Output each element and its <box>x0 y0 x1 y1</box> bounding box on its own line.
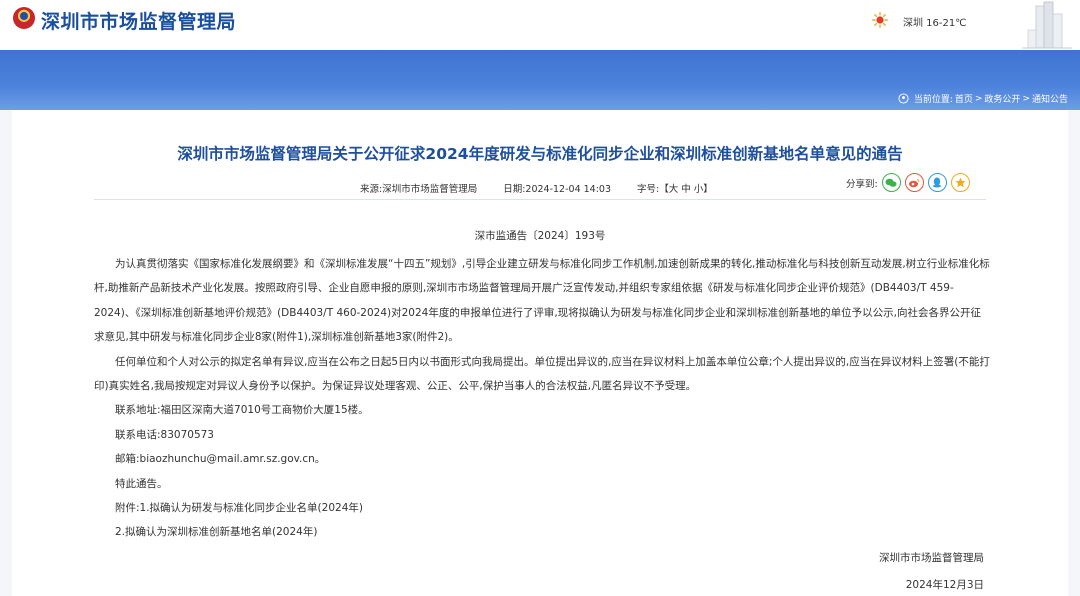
breadcrumb: 当前位置: 首页 > 政务公开 > 通知公告 <box>898 92 1068 105</box>
breadcrumb-bar: 当前位置: 首页 > 政务公开 > 通知公告 <box>0 86 1080 110</box>
paragraph-objection: 任何单位和个人对公示的拟定名单有异议,应当在公布之日起5日内以书面形式向我局提出… <box>94 355 990 393</box>
share-label: 分享到: <box>846 178 878 190</box>
breadcrumb-item-notices[interactable]: 通知公告 <box>1032 92 1068 105</box>
qzone-icon[interactable] <box>950 173 970 192</box>
city-skyline-icon <box>1022 1 1072 49</box>
signature-org: 深圳市市场监督管理局 <box>879 552 984 564</box>
signature-date: 2024年12月3日 <box>905 579 984 591</box>
weibo-icon[interactable] <box>904 173 924 192</box>
sun-weather-icon <box>872 12 888 28</box>
site-name[interactable]: 深圳市市场监督管理局 <box>41 7 236 34</box>
article-meta: 来源:深圳市市场监督管理局 日期:2024-12-04 14:03 字号:【大 … <box>360 181 713 195</box>
share-bar: 分享到: <box>846 173 970 192</box>
wechat-icon[interactable] <box>881 173 901 192</box>
article-panel: 深圳市市场监督管理局关于公开征求2024年度研发与标准化同步企业和深圳标准创新基… <box>12 110 1068 596</box>
font-size-switcher[interactable]: 字号:【大 中 小】 <box>637 181 713 195</box>
location-pin-icon <box>898 93 909 104</box>
contact-address: 联系地址:福田区深南大道7010号工商物价大厦15楼。 <box>115 404 369 417</box>
paragraph-intro: 为认真贯彻落实《国家标准化发展纲要》和《深圳标准发展“十四五”规划》,引导企业建… <box>94 258 990 344</box>
breadcrumb-prefix: 当前位置: <box>913 95 953 105</box>
site-header: 深圳市市场监督管理局 深圳 16-21℃ <box>0 0 1080 50</box>
contact-phone: 联系电话:83070573 <box>115 428 214 441</box>
breadcrumb-separator: > <box>974 93 983 104</box>
contact-email: 邮箱:biaozhunchu@mail.amr.sz.gov.cn。 <box>115 453 326 466</box>
article-date: 日期:2024-12-04 14:03 <box>503 184 612 195</box>
breadcrumb-separator: > <box>1022 93 1030 104</box>
attachment-link-1[interactable]: 附件:1.拟确认为研发与标准化同步企业名单(2024年) <box>94 496 990 520</box>
weather-text: 深圳 16-21℃ <box>903 18 967 29</box>
article-title: 深圳市市场监督管理局关于公开征求2024年度研发与标准化同步企业和深圳标准创新基… <box>177 145 903 163</box>
article-source: 来源:深圳市市场监督管理局 <box>360 184 478 195</box>
closing-statement: 特此通告。 <box>115 477 168 490</box>
breadcrumb-item-home[interactable]: 首页 <box>955 92 973 105</box>
qq-icon[interactable] <box>927 173 947 192</box>
attachment-link-2[interactable]: 2.拟确认为深圳标准创新基地名单(2024年) <box>94 520 990 544</box>
article-body: 为认真贯彻落实《国家标准化发展纲要》和《深圳标准发展“十四五”规划》,引导企业建… <box>94 252 990 545</box>
breadcrumb-item-gov-open[interactable]: 政务公开 <box>984 92 1020 105</box>
title-divider <box>94 199 986 200</box>
document-number: 深市监通告〔2024〕193号 <box>474 230 606 242</box>
emblem-logo-icon[interactable] <box>13 7 35 29</box>
